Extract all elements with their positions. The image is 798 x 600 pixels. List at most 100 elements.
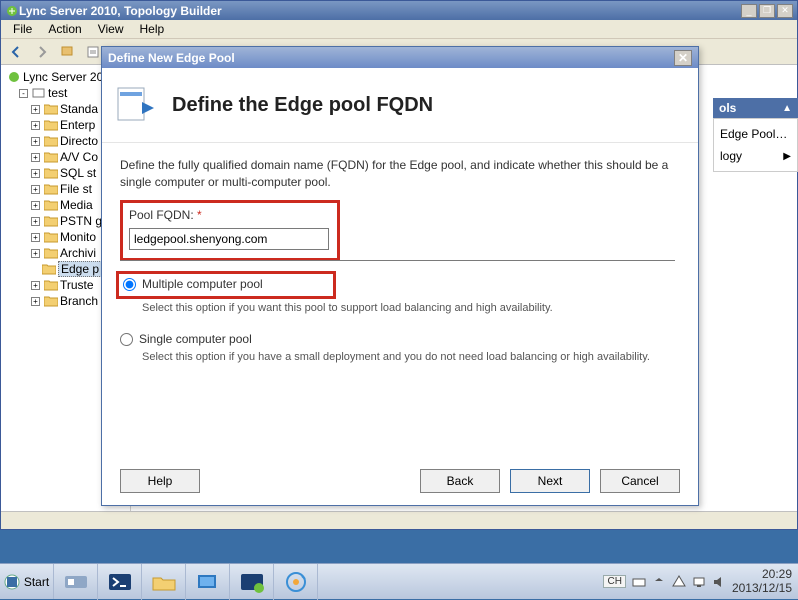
fqdn-highlight: Pool FQDN: * [120,200,340,261]
tree-item-label: Directo [60,134,98,148]
forward-button[interactable] [31,41,53,63]
task-topology-builder[interactable] [274,564,318,600]
menu-view[interactable]: View [90,20,132,38]
network-icon[interactable] [692,575,706,589]
radio-single-desc: Select this option if you have a small d… [142,350,680,366]
windows-logo-icon [4,574,20,590]
clock[interactable]: 20:29 2013/12/15 [732,568,792,596]
expander-icon[interactable]: + [31,121,40,130]
lync-icon [7,70,21,84]
tool-publish-icon[interactable] [57,41,79,63]
fqdn-label-text: Pool FQDN: [129,208,194,222]
task-server-manager[interactable] [54,564,98,600]
menu-action[interactable]: Action [40,20,89,38]
close-button[interactable]: ✕ [777,4,793,18]
dialog-body: Define the fully qualified domain name (… [102,143,698,380]
ime-indicator[interactable]: CH [603,575,625,588]
tree-item-label: Enterp [60,118,95,132]
tree-item-label: SQL st [60,166,96,180]
expander-icon[interactable]: + [31,169,40,178]
define-edge-pool-dialog: Define New Edge Pool ✕ Define the Edge p… [101,46,699,506]
radio-multiple-desc: Select this option if you want this pool… [142,301,680,317]
wizard-icon [114,82,160,128]
tree-site-label: test [48,86,67,100]
taskbar: Start CH 20:29 2013/12/15 [0,563,798,599]
task-powershell[interactable] [98,564,142,600]
folder-icon [44,183,58,195]
folder-icon [44,215,58,227]
sound-icon[interactable] [712,575,726,589]
expander-icon[interactable]: + [31,153,40,162]
dialog-titlebar: Define New Edge Pool ✕ [102,47,698,68]
tree-item-label: Standa [60,102,98,116]
expander-icon[interactable]: + [31,185,40,194]
actions-panel-body: Edge Pool… logy ▶ [713,118,798,172]
actions-panel-header[interactable]: ols ▲ [713,98,798,118]
minimize-button[interactable]: _ [741,4,757,18]
menu-file[interactable]: File [5,20,40,38]
folder-icon [44,103,58,115]
tray-caret-icon[interactable] [652,575,666,589]
tree-item-label: A/V Co [60,150,98,164]
tree-item-label: Monito [60,230,96,244]
radio-single-pool[interactable] [120,333,133,346]
folder-icon [44,231,58,243]
back-button[interactable]: Back [420,469,500,493]
dialog-heading: Define the Edge pool FQDN [172,94,433,117]
task-lync-shell[interactable] [230,564,274,600]
clock-date: 2013/12/15 [732,582,792,596]
tree-item-label: Archivi [60,246,96,260]
action-new-edge-pool[interactable]: Edge Pool… [720,123,791,145]
action-topology[interactable]: logy ▶ [720,145,791,167]
expander-icon[interactable]: - [19,89,28,98]
app-title: Lync Server 2010, Topology Builder [19,4,739,18]
expander-icon[interactable]: + [31,201,40,210]
maximize-button[interactable]: ❐ [759,4,775,18]
next-button[interactable]: Next [510,469,590,493]
required-asterisk: * [197,208,202,222]
action-center-icon[interactable] [672,575,686,589]
menu-help[interactable]: Help [132,20,173,38]
actions-panel: ols ▲ Edge Pool… logy ▶ [713,98,798,172]
folder-icon [44,167,58,179]
task-rdp[interactable] [186,564,230,600]
action-label: Edge Pool… [720,127,787,141]
site-icon [32,87,46,99]
expander-icon[interactable]: + [31,105,40,114]
radio-multiple-pool[interactable] [123,278,136,291]
pinned-apps [54,564,318,599]
system-tray: CH 20:29 2013/12/15 [597,564,798,599]
dialog-close-button[interactable]: ✕ [674,50,692,66]
help-button[interactable]: Help [120,469,200,493]
multiple-pool-highlight: Multiple computer pool [116,271,336,298]
keyboard-icon[interactable] [632,575,646,589]
expander-icon[interactable]: + [31,249,40,258]
expander-icon[interactable]: + [31,137,40,146]
back-button[interactable] [5,41,27,63]
menubar: File Action View Help [1,20,797,39]
radio-multiple-label: Multiple computer pool [142,276,263,293]
folder-icon [44,199,58,211]
tree-item-label: Truste [60,278,94,292]
clock-time: 20:29 [732,568,792,582]
tree-item-label: Media [60,198,93,212]
expander-icon[interactable]: + [31,233,40,242]
statusbar [1,511,797,529]
cancel-button[interactable]: Cancel [600,469,680,493]
dialog-header: Define the Edge pool FQDN [102,68,698,143]
start-label: Start [24,575,49,589]
dialog-intro: Define the fully qualified domain name (… [120,157,680,192]
pool-fqdn-input[interactable] [129,228,329,250]
expander-icon[interactable]: + [31,281,40,290]
folder-icon [44,135,58,147]
chevron-up-icon: ▲ [782,103,792,114]
expander-icon[interactable]: + [31,297,40,306]
task-explorer[interactable] [142,564,186,600]
tree-item-label: Branch [60,294,98,308]
folder-icon [44,295,58,307]
folder-icon [44,119,58,131]
expander-icon[interactable]: + [31,217,40,226]
start-button[interactable]: Start [0,564,54,599]
single-pool-row: Single computer pool [120,331,680,348]
action-label: logy [720,149,742,163]
